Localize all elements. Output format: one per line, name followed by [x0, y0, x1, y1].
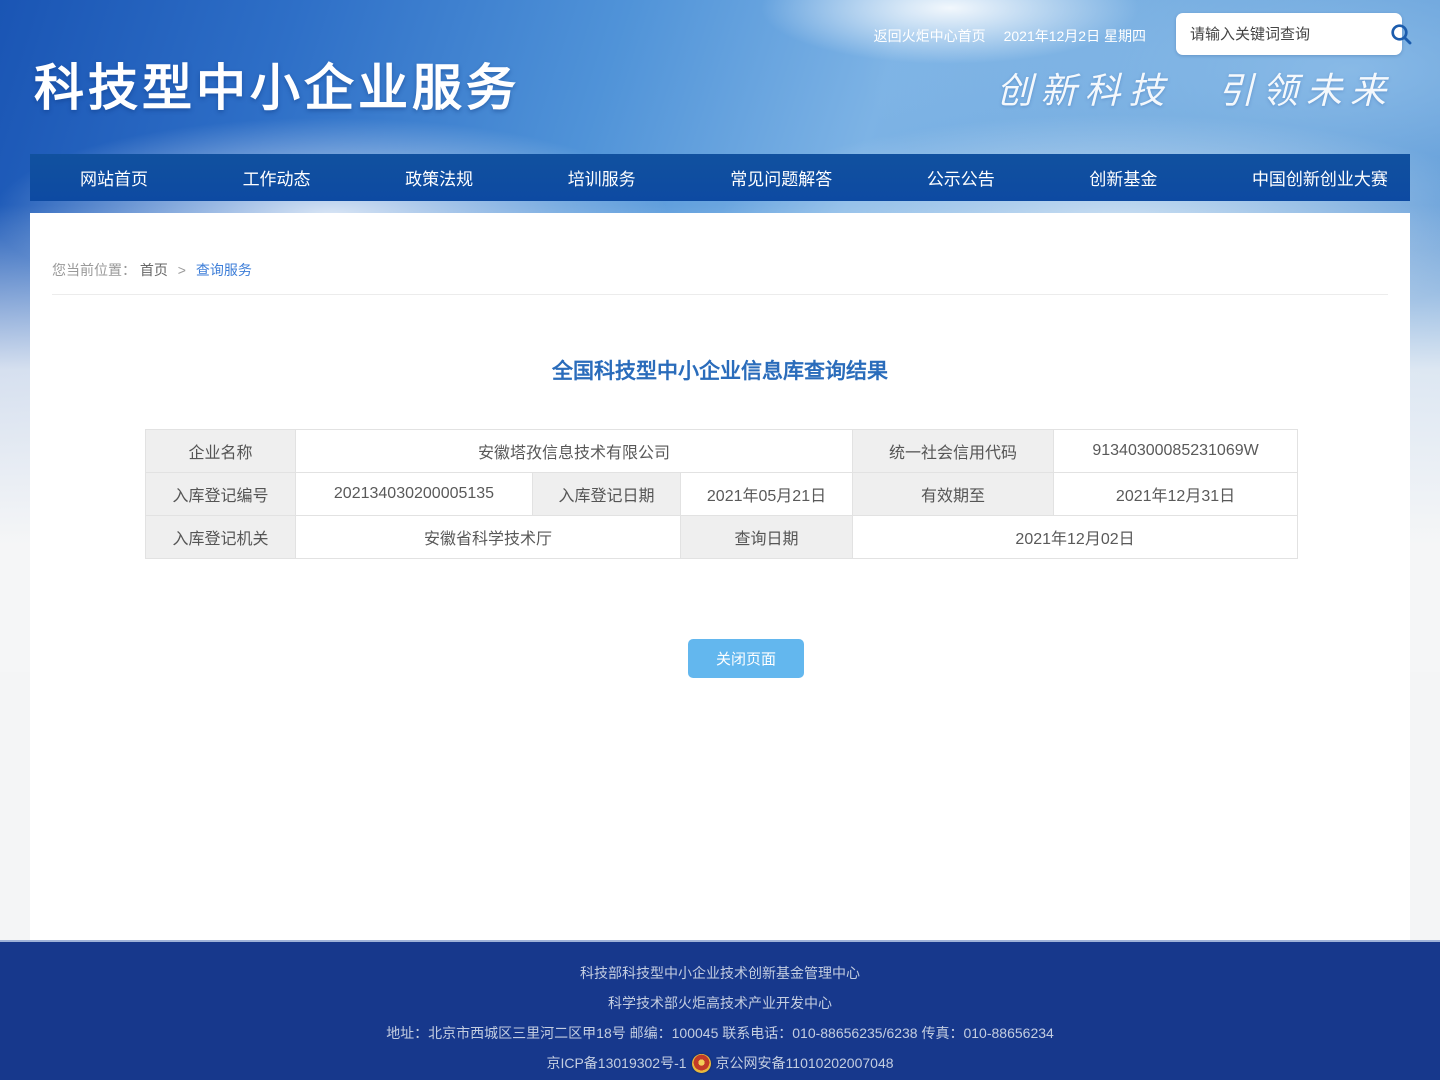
search-box [1176, 13, 1402, 55]
nav-item-faq[interactable]: 常见问题解答 [718, 165, 844, 190]
police-badge-icon [692, 1054, 711, 1073]
cell-credit-code-label: 统一社会信用代码 [853, 430, 1054, 473]
content-panel: 您当前位置： 首页 > 查询服务 全国科技型中小企业信息库查询结果 企业名称 安… [30, 213, 1410, 940]
torch-home-link[interactable]: 返回火炬中心首页 [874, 26, 986, 46]
search-icon[interactable] [1389, 22, 1413, 46]
table-row: 入库登记机关 安徽省科学技术厅 查询日期 2021年12月02日 [146, 516, 1298, 559]
breadcrumb-separator: > [178, 262, 186, 278]
header-top-links: 返回火炬中心首页 2021年12月2日 星期四 [874, 26, 1146, 46]
footer-contact-line: 地址：北京市西城区三里河二区甲18号 邮编：100045 联系电话：010-88… [0, 1018, 1440, 1048]
nav-item-home[interactable]: 网站首页 [68, 165, 160, 190]
footer-icp-line: 京ICP备13019302号-1 京公网安备11010202007048 [0, 1048, 1440, 1078]
cell-reg-date-label: 入库登记日期 [533, 473, 681, 516]
cell-query-date-value: 2021年12月02日 [853, 516, 1298, 559]
breadcrumb-home-link[interactable]: 首页 [140, 262, 168, 278]
cell-company-name-value: 安徽塔孜信息技术有限公司 [296, 430, 853, 473]
breadcrumb-prefix: 您当前位置： [52, 262, 136, 278]
table-row: 企业名称 安徽塔孜信息技术有限公司 统一社会信用代码 9134030008523… [146, 430, 1298, 473]
cell-valid-until-value: 2021年12月31日 [1054, 473, 1298, 516]
page: 科技型中小企业服务 返回火炬中心首页 2021年12月2日 星期四 创新科技 引… [0, 0, 1440, 1080]
cell-reg-date-value: 2021年05月21日 [681, 473, 853, 516]
breadcrumb: 您当前位置： 首页 > 查询服务 [52, 213, 1388, 295]
site-logo: 科技型中小企业服务 [34, 48, 520, 120]
nav-item-innovation-fund[interactable]: 创新基金 [1077, 165, 1169, 190]
police-record-link[interactable]: 京公网安备11010202007048 [716, 1048, 894, 1078]
cell-reg-number-label: 入库登记编号 [146, 473, 296, 516]
slogan: 创新科技 引领未来 [997, 62, 1394, 114]
nav-item-work-news[interactable]: 工作动态 [231, 165, 323, 190]
result-table: 企业名称 安徽塔孜信息技术有限公司 统一社会信用代码 9134030008523… [145, 429, 1298, 559]
header-date: 2021年12月2日 星期四 [1004, 26, 1146, 46]
cell-company-name-label: 企业名称 [146, 430, 296, 473]
nav-item-policy[interactable]: 政策法规 [393, 165, 485, 190]
nav-item-competition[interactable]: 中国创新创业大赛 [1240, 165, 1400, 190]
footer: 科技部科技型中小企业技术创新基金管理中心 科学技术部火炬高技术产业开发中心 地址… [0, 940, 1440, 1080]
footer-org-line-2: 科学技术部火炬高技术产业开发中心 [0, 988, 1440, 1018]
main-nav: 网站首页 工作动态 政策法规 培训服务 常见问题解答 公示公告 创新基金 中国创… [30, 154, 1410, 201]
cell-reg-authority-label: 入库登记机关 [146, 516, 296, 559]
nav-item-training[interactable]: 培训服务 [556, 165, 648, 190]
page-title: 全国科技型中小企业信息库查询结果 [30, 355, 1410, 385]
footer-org-line-1: 科技部科技型中小企业技术创新基金管理中心 [0, 958, 1440, 988]
cell-credit-code-value: 91340300085231069W [1054, 430, 1298, 473]
cell-query-date-label: 查询日期 [681, 516, 853, 559]
cell-reg-number-value: 202134030200005135 [296, 473, 533, 516]
close-page-button[interactable]: 关闭页面 [688, 639, 804, 678]
table-row: 入库登记编号 202134030200005135 入库登记日期 2021年05… [146, 473, 1298, 516]
nav-item-announcements[interactable]: 公示公告 [915, 165, 1007, 190]
search-input[interactable] [1190, 26, 1389, 43]
cell-reg-authority-value: 安徽省科学技术厅 [296, 516, 681, 559]
breadcrumb-current-link[interactable]: 查询服务 [196, 262, 252, 278]
cell-valid-until-label: 有效期至 [853, 473, 1054, 516]
icp-record-link[interactable]: 京ICP备13019302号-1 [546, 1048, 686, 1078]
